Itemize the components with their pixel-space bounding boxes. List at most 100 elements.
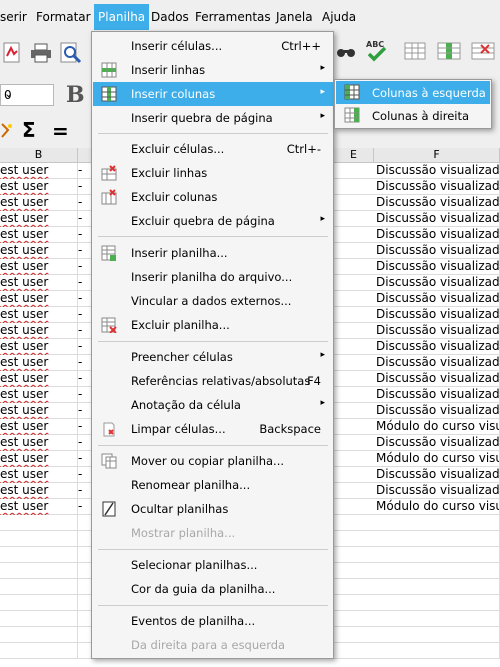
empty-cell[interactable] bbox=[0, 595, 78, 611]
cell-dash[interactable]: - bbox=[78, 451, 92, 467]
function-wizard-icon[interactable] bbox=[0, 122, 14, 143]
print-preview-icon[interactable] bbox=[60, 42, 82, 67]
empty-cell[interactable] bbox=[0, 531, 78, 547]
menu-item-inserir-quebra[interactable]: Inserir quebra de página ▸ bbox=[93, 106, 333, 130]
menu-item-excluir-celulas[interactable]: Excluir células... Ctrl+- bbox=[93, 137, 333, 161]
cell-event[interactable]: Discussão visualizada bbox=[374, 483, 500, 499]
menu-dados[interactable]: Dados bbox=[151, 10, 189, 24]
empty-cell[interactable] bbox=[78, 547, 92, 563]
cell-event[interactable]: Discussão visualizada bbox=[374, 435, 500, 451]
cell-dash[interactable]: - bbox=[78, 403, 92, 419]
cell-event[interactable]: Discussão visualizada bbox=[374, 259, 500, 275]
menu-item-inserir-colunas[interactable]: Inserir colunas ▸ bbox=[93, 82, 333, 106]
cell-event[interactable]: Discussão visualizada bbox=[374, 179, 500, 195]
cell-dash[interactable]: - bbox=[78, 275, 92, 291]
empty-cell[interactable] bbox=[0, 627, 78, 643]
cell-dash[interactable]: - bbox=[78, 179, 92, 195]
cell-dash[interactable]: - bbox=[78, 419, 92, 435]
menu-item-cor-guia[interactable]: Cor da guia da planilha... bbox=[93, 577, 333, 601]
empty-cell[interactable] bbox=[78, 515, 92, 531]
cell-event[interactable]: Discussão visualizada bbox=[374, 339, 500, 355]
submenu-item-colunas-direita[interactable]: Colunas à direita bbox=[336, 104, 490, 127]
cell-event[interactable]: Discussão visualizada bbox=[374, 323, 500, 339]
sum-icon[interactable]: Σ bbox=[22, 118, 36, 142]
menu-ferramentas[interactable]: Ferramentas bbox=[195, 10, 271, 24]
cell-user[interactable]: est user bbox=[0, 307, 78, 323]
find-replace-icon[interactable] bbox=[336, 42, 356, 65]
cell-user[interactable]: est user bbox=[0, 275, 78, 291]
cell-dash[interactable]: - bbox=[78, 243, 92, 259]
cell-user[interactable]: est user bbox=[0, 403, 78, 419]
cell-dash[interactable]: - bbox=[78, 435, 92, 451]
cell-event[interactable]: Discussão visualizada bbox=[374, 211, 500, 227]
cell-event[interactable]: Discussão visualizada bbox=[374, 195, 500, 211]
cell-user[interactable]: est user bbox=[0, 339, 78, 355]
cell-dash[interactable]: - bbox=[78, 371, 92, 387]
cell-dash[interactable]: - bbox=[78, 355, 92, 371]
cell-user[interactable]: est user bbox=[0, 435, 78, 451]
column-header-e[interactable]: E bbox=[334, 148, 374, 163]
cell-dash[interactable]: - bbox=[78, 483, 92, 499]
empty-cell[interactable] bbox=[0, 579, 78, 595]
cell-user[interactable]: est user bbox=[0, 195, 78, 211]
menu-item-ocultar[interactable]: Ocultar planilhas bbox=[93, 497, 333, 521]
cell-user[interactable]: est user bbox=[0, 387, 78, 403]
cell-user[interactable]: est user bbox=[0, 227, 78, 243]
cell-user[interactable]: est user bbox=[0, 499, 78, 515]
cell-event[interactable]: Discussão visualizada bbox=[374, 227, 500, 243]
menu-item-inserir-planilha-arquivo[interactable]: Inserir planilha do arquivo... bbox=[93, 265, 333, 289]
empty-cell[interactable] bbox=[374, 611, 500, 627]
empty-cell[interactable] bbox=[78, 627, 92, 643]
spelling-icon[interactable]: ABC bbox=[364, 38, 390, 67]
bold-button[interactable]: B bbox=[66, 82, 85, 108]
menu-item-inserir-linhas[interactable]: Inserir linhas ▸ bbox=[93, 58, 333, 82]
menu-planilha[interactable]: Planilha bbox=[94, 4, 150, 30]
cell-event[interactable]: Discussão visualizada bbox=[374, 163, 500, 179]
menu-item-anotacao[interactable]: Anotação da célula ▸ bbox=[93, 393, 333, 417]
menu-item-inserir-celulas[interactable]: Inserir células... Ctrl++ bbox=[93, 34, 333, 58]
print-icon[interactable] bbox=[30, 43, 52, 66]
cell-event[interactable]: Discussão visualizada bbox=[374, 387, 500, 403]
empty-cell[interactable] bbox=[0, 611, 78, 627]
cell-event[interactable]: Discussão visualizada bbox=[374, 403, 500, 419]
cell-user[interactable]: est user bbox=[0, 371, 78, 387]
cell-dash[interactable]: - bbox=[78, 387, 92, 403]
insert-column-icon[interactable] bbox=[437, 42, 461, 63]
menu-ajuda[interactable]: Ajuda bbox=[322, 10, 356, 24]
cell-dash[interactable]: - bbox=[78, 227, 92, 243]
cell-event[interactable]: Módulo do curso visu bbox=[374, 419, 500, 435]
empty-cell[interactable] bbox=[78, 579, 92, 595]
empty-cell[interactable] bbox=[374, 579, 500, 595]
cell-event[interactable]: Discussão visualizada bbox=[374, 243, 500, 259]
column-header-b[interactable]: B bbox=[0, 148, 78, 163]
cell-user[interactable]: est user bbox=[0, 211, 78, 227]
column-header-c[interactable] bbox=[78, 148, 92, 163]
cell-event[interactable]: Discussão visualizada bbox=[374, 307, 500, 323]
empty-cell[interactable] bbox=[0, 547, 78, 563]
cell-user[interactable]: est user bbox=[0, 243, 78, 259]
menu-formatar[interactable]: Formatar bbox=[36, 10, 91, 24]
empty-cell[interactable] bbox=[374, 515, 500, 531]
menu-item-vincular-dados[interactable]: Vincular a dados externos... bbox=[93, 289, 333, 313]
cell-user[interactable]: est user bbox=[0, 179, 78, 195]
menu-item-renomear[interactable]: Renomear planilha... bbox=[93, 473, 333, 497]
empty-cell[interactable] bbox=[0, 515, 78, 531]
cell-dash[interactable]: - bbox=[78, 499, 92, 515]
cell-dash[interactable]: - bbox=[78, 307, 92, 323]
cell-event[interactable]: Discussão visualizada bbox=[374, 371, 500, 387]
cell-user[interactable]: est user bbox=[0, 291, 78, 307]
cell-dash[interactable]: - bbox=[78, 339, 92, 355]
cell-event[interactable]: Discussão visualizada bbox=[374, 291, 500, 307]
cell-dash[interactable]: - bbox=[78, 163, 92, 179]
cell-dash[interactable]: - bbox=[78, 211, 92, 227]
menu-inserir[interactable]: serir bbox=[0, 10, 27, 24]
cell-event[interactable]: Módulo do curso visu bbox=[374, 451, 500, 467]
empty-cell[interactable] bbox=[374, 531, 500, 547]
cell-user[interactable]: est user bbox=[0, 163, 78, 179]
menu-item-referencias[interactable]: Referências relativas/absolutas F4 bbox=[93, 369, 333, 393]
cell-event[interactable]: Módulo do curso visu bbox=[374, 499, 500, 515]
empty-cell[interactable] bbox=[0, 563, 78, 579]
cell-dash[interactable]: - bbox=[78, 195, 92, 211]
submenu-item-colunas-esquerda[interactable]: Colunas à esquerda bbox=[336, 81, 490, 104]
cell-user[interactable]: est user bbox=[0, 467, 78, 483]
